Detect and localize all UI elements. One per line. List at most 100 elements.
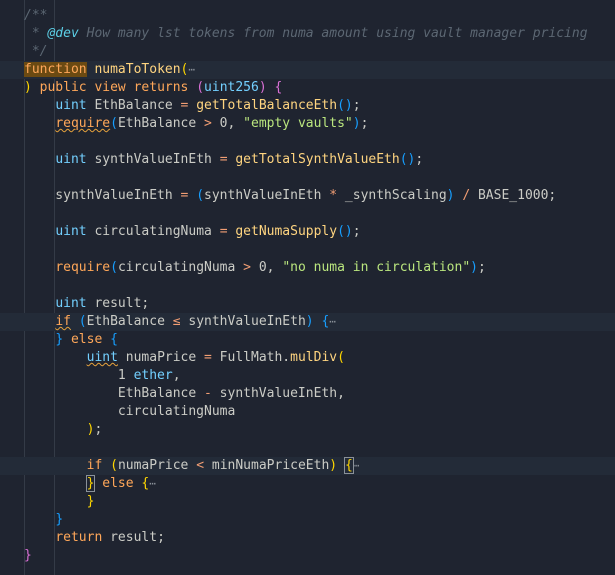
code-line[interactable]: 1 ether, [0, 367, 615, 385]
code-line[interactable]: if (numaPrice < minNumaPriceEth) {⋯ [0, 457, 615, 475]
code-token: ; [477, 260, 486, 275]
code-token: { [343, 457, 354, 474]
code-token: ( [110, 116, 118, 131]
code-token: ( [78, 314, 87, 329]
code-line[interactable]: uint numaPrice = FullMath.mulDiv( [0, 349, 615, 367]
code-line[interactable]: ) public view returns (uint256) { [0, 79, 615, 97]
code-token: = [219, 152, 228, 167]
code-token: getTotalSynthValueEth [235, 152, 400, 167]
code-token: circulatingNuma [86, 224, 220, 239]
code-token: ) [352, 116, 361, 131]
code-line[interactable]: uint circulatingNuma = getNumaSupply(); [0, 223, 615, 241]
fold-ellipsis-icon[interactable]: ⋯ [353, 459, 360, 472]
code-line[interactable]: uint result; [0, 295, 615, 313]
code-token: / [462, 188, 471, 203]
code-line[interactable] [0, 439, 615, 457]
code-line[interactable]: function numaToToken(⋯ [0, 61, 615, 79]
code-token: 0, [251, 260, 283, 275]
code-token: * [329, 188, 338, 203]
code-token: ; [94, 422, 103, 437]
code-token: ≤ [172, 314, 181, 329]
code-line[interactable]: } [0, 547, 615, 565]
code-token: */ [24, 44, 48, 59]
code-line[interactable]: uint synthValueInEth = getTotalSynthValu… [0, 151, 615, 169]
code-token: uint [55, 98, 87, 113]
code-token: = [219, 224, 228, 239]
code-line[interactable]: if (EthBalance ≤ synthValueInEth) {⋯ [0, 313, 615, 331]
code-line[interactable]: } [0, 511, 615, 529]
code-token: synthValueInEth [204, 188, 330, 203]
code-token: result; [86, 296, 150, 311]
code-token: numaPrice [117, 458, 197, 473]
code-line[interactable]: synthValueInEth = (synthValueInEth * _sy… [0, 187, 615, 205]
code-line[interactable] [0, 205, 615, 223]
code-token: 0, [211, 116, 244, 131]
code-token: getNumaSupply [235, 224, 338, 239]
code-token: circulatingNuma [24, 404, 236, 419]
code-line[interactable]: } else {⋯ [0, 475, 615, 493]
code-token: * [24, 26, 48, 41]
code-token: _synthScaling [337, 188, 447, 203]
code-token: () [337, 98, 353, 113]
code-line[interactable]: * @dev How many lst tokens from numa amo… [0, 25, 615, 43]
code-line[interactable]: */ [0, 43, 615, 61]
code-token: uint [55, 152, 87, 167]
code-line[interactable]: return result; [0, 529, 615, 547]
code-line[interactable]: uint EthBalance = getTotalBalanceEth(); [0, 97, 615, 115]
code-line[interactable]: require(EthBalance > 0, "empty vaults"); [0, 115, 615, 133]
code-token: ) [470, 260, 478, 275]
code-token: function [24, 62, 87, 77]
code-token: ; [352, 98, 361, 113]
code-token: @dev [47, 26, 79, 41]
code-token: require [55, 116, 111, 131]
code-token: ( [196, 188, 205, 203]
code-token: ( [337, 350, 345, 365]
code-token: minNumaPriceEth [204, 458, 330, 473]
code-token: ( [196, 80, 205, 95]
fold-ellipsis-icon[interactable]: ⋯ [188, 63, 195, 76]
code-token: public [39, 80, 87, 95]
code-token: ) [446, 188, 455, 203]
code-line[interactable]: circulatingNuma [0, 403, 615, 421]
code-line[interactable] [0, 169, 615, 187]
code-line[interactable]: } [0, 493, 615, 511]
code-token: synthValueInEth, [211, 386, 345, 401]
code-token: else [70, 332, 103, 347]
code-editor[interactable]: /** * @dev How many lst tokens from numa… [0, 0, 615, 575]
code-token: } [55, 332, 64, 347]
code-token: uint [55, 224, 87, 239]
code-token: else [102, 476, 134, 491]
code-token: mulDiv [290, 350, 338, 365]
code-token: { [110, 332, 118, 347]
code-token: How many lst tokens from numa amount usi… [78, 26, 588, 41]
code-token: synthValueInEth [24, 188, 181, 203]
code-line[interactable]: /** [0, 7, 615, 25]
code-line[interactable] [0, 241, 615, 259]
code-line[interactable] [0, 277, 615, 295]
code-line[interactable] [0, 133, 615, 151]
code-token: /** [24, 8, 48, 23]
code-token: uint256 [204, 80, 259, 95]
code-line[interactable]: ); [0, 421, 615, 439]
code-token: "no numa in circulation" [282, 260, 471, 275]
fold-ellipsis-icon[interactable]: ⋯ [149, 477, 156, 490]
fold-ellipsis-icon[interactable]: ⋯ [329, 315, 336, 328]
code-token: < [196, 458, 205, 473]
code-token: return [55, 530, 103, 545]
code-token: ; [360, 116, 369, 131]
code-line[interactable]: require(circulatingNuma > 0, "no numa in… [0, 259, 615, 277]
code-line[interactable]: EthBalance - synthValueInEth, [0, 385, 615, 403]
code-line[interactable]: } else { [0, 331, 615, 349]
code-token: getTotalBalanceEth [196, 98, 338, 113]
